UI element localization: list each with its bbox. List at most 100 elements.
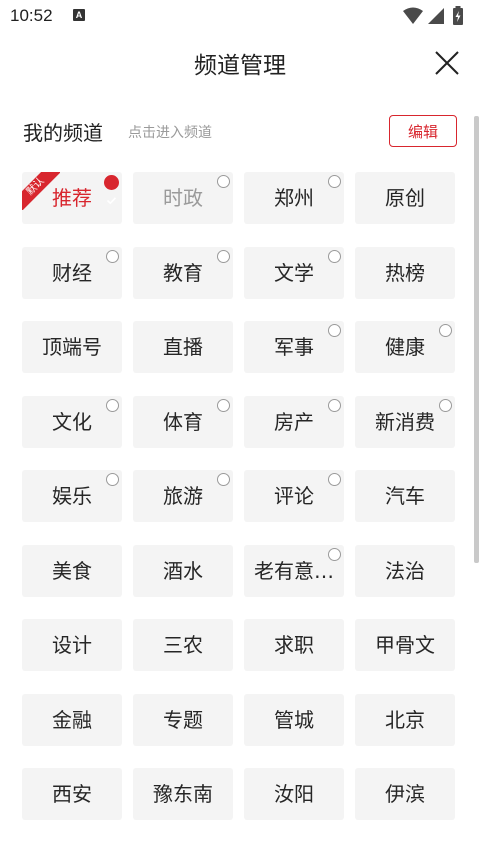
channel-chip-label: 评论 xyxy=(274,484,314,508)
channel-chip[interactable]: 求职 xyxy=(244,619,344,671)
battery-charging-icon xyxy=(453,6,463,25)
my-channels-title: 我的频道 xyxy=(23,121,103,145)
radio-circle-icon xyxy=(217,249,230,263)
title-bar: 频道管理 xyxy=(0,34,480,90)
channel-chip-label: 郑州 xyxy=(274,186,314,210)
edit-button[interactable]: 编辑 xyxy=(389,115,457,147)
channel-chip[interactable]: 汝阳 xyxy=(244,768,344,820)
channel-chip-label: 文化 xyxy=(52,409,92,434)
channel-chip-label: 伊滨 xyxy=(385,782,425,806)
signal-icon xyxy=(428,8,444,24)
channel-chip[interactable]: 汽车 xyxy=(355,470,455,522)
status-bar: 10:52 A xyxy=(0,0,480,34)
channel-chip[interactable]: 三农 xyxy=(133,619,233,671)
channel-chip-label: 新消费 xyxy=(375,409,435,434)
close-icon xyxy=(435,51,459,75)
channel-chip-label: 豫东南 xyxy=(153,782,213,806)
my-channels-header: 我的频道 点击进入频道 编辑 xyxy=(0,112,480,152)
notification-a-icon: A xyxy=(73,9,85,21)
channel-chip[interactable]: 军事 xyxy=(244,321,344,373)
channel-chip[interactable]: 管城 xyxy=(244,693,344,746)
channel-chip[interactable]: 健康 xyxy=(355,321,455,373)
radio-circle-icon xyxy=(439,324,452,337)
status-icons xyxy=(402,6,472,26)
check-icon xyxy=(104,175,119,205)
channel-chip[interactable]: 设计 xyxy=(22,619,122,671)
channel-chip[interactable]: 美食 xyxy=(22,544,122,597)
radio-circle-icon xyxy=(328,473,341,486)
channel-chip-label: 北京 xyxy=(385,707,425,732)
radio-circle-icon xyxy=(217,473,230,486)
channel-chip-label: 文学 xyxy=(274,260,314,285)
channel-chip[interactable]: 甲骨文 xyxy=(355,619,455,671)
channel-chip[interactable]: 顶端号 xyxy=(22,321,122,373)
channel-chip-label: 财经 xyxy=(52,260,92,285)
channel-chip[interactable]: 文学 xyxy=(244,246,344,299)
channel-chip[interactable]: 热榜 xyxy=(355,246,455,299)
channel-chip-label: 设计 xyxy=(52,633,92,657)
channel-chip[interactable]: 老有意… xyxy=(244,544,344,597)
channel-chip-label: 汝阳 xyxy=(274,782,314,806)
channel-chip[interactable]: 原创 xyxy=(355,172,455,224)
channel-chip-label: 教育 xyxy=(163,260,203,285)
channel-chip-label: 军事 xyxy=(274,335,314,359)
channel-chip[interactable]: 郑州 xyxy=(244,172,344,224)
channel-chip[interactable]: 直播 xyxy=(133,321,233,373)
channel-chip-label: 时政 xyxy=(163,186,203,210)
channel-chip-label: 顶端号 xyxy=(42,335,102,359)
channel-chip[interactable]: 金融 xyxy=(22,693,122,746)
channel-chip-label: 旅游 xyxy=(163,484,203,508)
channel-chip[interactable]: 时政 xyxy=(133,172,233,224)
wifi-icon xyxy=(403,7,423,24)
channel-chip-label: 法治 xyxy=(385,558,425,583)
radio-circle-icon xyxy=(439,398,452,412)
channel-chip-label: 金融 xyxy=(52,707,92,732)
channel-chip-label: 专题 xyxy=(163,707,203,732)
channel-chip-label: 美食 xyxy=(52,558,92,583)
channel-chip-label: 老有意… xyxy=(254,558,334,583)
radio-circle-icon xyxy=(328,324,341,337)
scrollbar[interactable] xyxy=(474,116,479,563)
channel-chip[interactable]: 法治 xyxy=(355,544,455,597)
channel-chip[interactable]: 推荐 默认 xyxy=(22,172,122,224)
channel-chip-label: 求职 xyxy=(274,633,314,657)
channel-chip-label: 房产 xyxy=(274,409,314,434)
radio-circle-icon xyxy=(328,249,341,263)
radio-circle-icon xyxy=(328,547,341,561)
channel-chip-label: 汽车 xyxy=(385,484,425,508)
radio-circle-icon xyxy=(217,398,230,412)
channel-chip[interactable]: 专题 xyxy=(133,693,233,746)
page-title: 频道管理 xyxy=(194,53,286,79)
channel-chip[interactable]: 豫东南 xyxy=(133,768,233,820)
channel-chip[interactable]: 评论 xyxy=(244,470,344,522)
channel-chip-label: 直播 xyxy=(163,335,203,359)
channel-chip-label: 娱乐 xyxy=(52,484,92,508)
channel-chip[interactable]: 北京 xyxy=(355,693,455,746)
channel-chip[interactable]: 财经 xyxy=(22,246,122,299)
channel-chip-label: 原创 xyxy=(385,186,425,210)
channel-chip[interactable]: 西安 xyxy=(22,768,122,820)
channel-chip[interactable]: 文化 xyxy=(22,395,122,448)
channel-chip[interactable]: 体育 xyxy=(133,395,233,448)
radio-circle-icon xyxy=(106,398,119,412)
radio-circle-icon xyxy=(328,398,341,412)
channel-chip[interactable]: 娱乐 xyxy=(22,470,122,522)
channel-chip-label: 西安 xyxy=(52,782,92,806)
channel-chip-label: 体育 xyxy=(163,409,203,434)
channel-chip-label: 热榜 xyxy=(385,260,425,285)
channel-chip[interactable]: 旅游 xyxy=(133,470,233,522)
channel-chip[interactable]: 酒水 xyxy=(133,544,233,597)
channel-chip[interactable]: 新消费 xyxy=(355,395,455,448)
channel-chip-label: 三农 xyxy=(163,633,203,657)
channel-chip-label: 健康 xyxy=(385,335,425,359)
channel-chip[interactable]: 教育 xyxy=(133,246,233,299)
radio-circle-icon xyxy=(106,473,119,486)
channel-chip[interactable]: 伊滨 xyxy=(355,768,455,820)
close-button[interactable] xyxy=(432,48,462,78)
radio-circle-icon xyxy=(106,249,119,263)
channel-chip-label: 酒水 xyxy=(163,558,203,583)
radio-circle-icon xyxy=(217,175,230,188)
channel-chip[interactable]: 房产 xyxy=(244,395,344,448)
default-ribbon: 默认 xyxy=(22,172,60,210)
channel-chip-label: 甲骨文 xyxy=(375,633,435,657)
